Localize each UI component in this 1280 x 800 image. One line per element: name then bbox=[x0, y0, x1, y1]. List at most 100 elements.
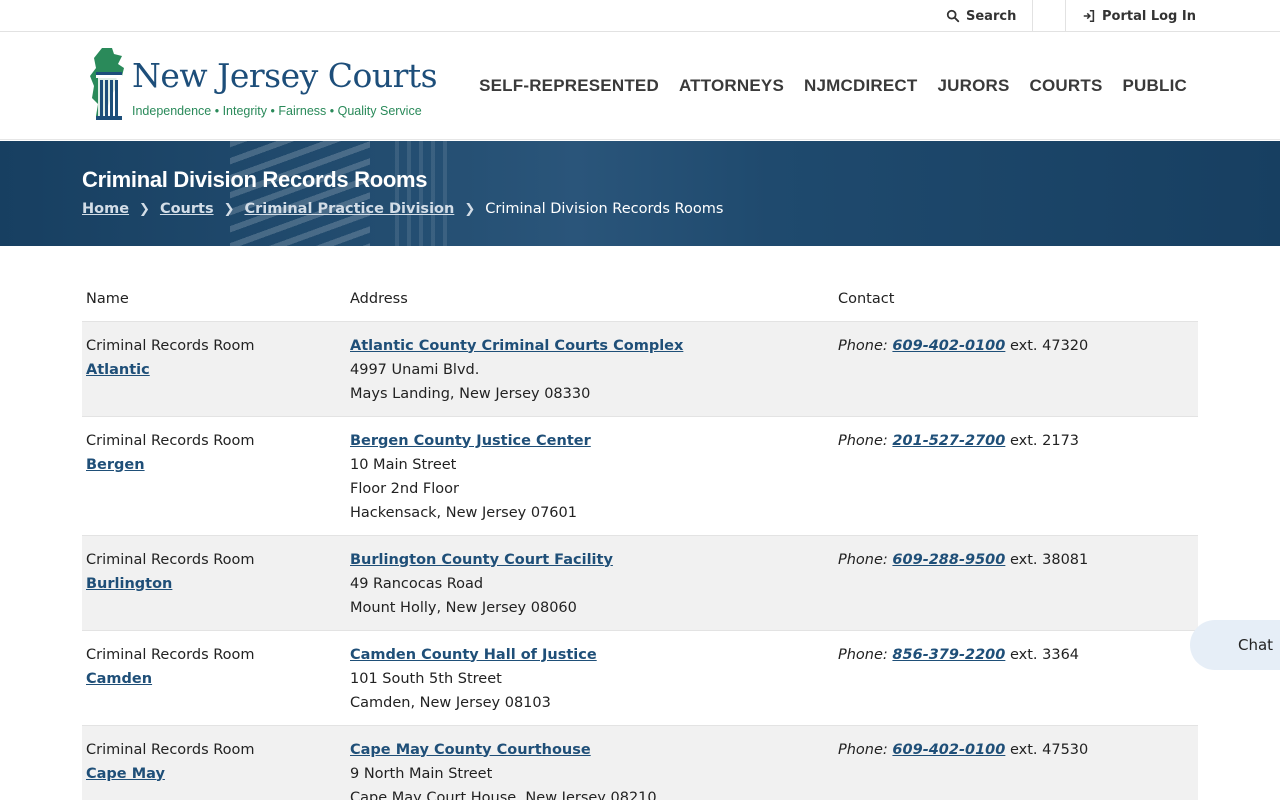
logo-tagline: Independence • Integrity • Fairness • Qu… bbox=[132, 104, 422, 118]
county-link[interactable]: Burlington bbox=[86, 576, 172, 592]
records-table: Name Address Contact Criminal Records Ro… bbox=[82, 276, 1198, 800]
contact-cell: Phone: 609-288-9500 ext. 38081 bbox=[834, 534, 1198, 630]
phone-ext: ext. 47320 bbox=[1009, 337, 1089, 354]
utility-bar: Search Portal Log In bbox=[0, 0, 1280, 32]
phone-ext: ext. 47530 bbox=[1009, 741, 1089, 758]
nav-njmcdirect[interactable]: NJMCDIRECT bbox=[804, 76, 917, 96]
search-label: Search bbox=[966, 8, 1017, 24]
name-cell: Criminal Records Room Burlington bbox=[82, 534, 346, 630]
room-name: Criminal Records Room bbox=[86, 741, 255, 758]
column-header-name: Name bbox=[86, 291, 129, 308]
phone-link[interactable]: 856-379-2200 bbox=[892, 647, 1005, 663]
county-link[interactable]: Bergen bbox=[86, 457, 145, 473]
search-link[interactable]: Search bbox=[946, 0, 1016, 32]
page-banner: Criminal Division Records Rooms Home ❯ C… bbox=[0, 141, 1280, 246]
table-header-row: Name Address Contact bbox=[82, 276, 1198, 321]
search-icon bbox=[946, 9, 960, 23]
table-row: Criminal Records Room Atlantic Atlantic … bbox=[82, 320, 1198, 416]
phone-link[interactable]: 609-402-0100 bbox=[892, 338, 1005, 354]
chevron-right-icon: ❯ bbox=[223, 201, 235, 217]
utility-divider bbox=[1032, 0, 1033, 32]
county-link[interactable]: Cape May bbox=[86, 766, 165, 782]
main-nav: SELF-REPRESENTED ATTORNEYS NJMCDIRECT JU… bbox=[479, 32, 1187, 140]
chat-button[interactable]: Chat bbox=[1190, 620, 1280, 670]
column-header-contact: Contact bbox=[838, 291, 895, 308]
name-cell: Criminal Records Room Bergen bbox=[82, 415, 346, 535]
address-line: Mount Holly, New Jersey 08060 bbox=[350, 599, 577, 616]
breadcrumb: Home ❯ Courts ❯ Criminal Practice Divisi… bbox=[82, 201, 723, 217]
breadcrumb-courts[interactable]: Courts bbox=[160, 201, 214, 217]
logo-title: New Jersey Courts bbox=[132, 56, 438, 95]
nav-jurors[interactable]: JURORS bbox=[937, 76, 1009, 96]
sign-in-icon bbox=[1083, 9, 1095, 23]
address-cell: Burlington County Court Facility 49 Ranc… bbox=[346, 534, 834, 630]
room-name: Criminal Records Room bbox=[86, 551, 255, 568]
address-line: Mays Landing, New Jersey 08330 bbox=[350, 385, 591, 402]
address-line: 49 Rancocas Road bbox=[350, 575, 484, 592]
flag-background-image bbox=[230, 141, 370, 246]
address-cell: Camden County Hall of Justice 101 South … bbox=[346, 629, 834, 725]
address-line: Floor 2nd Floor bbox=[350, 480, 459, 497]
room-name: Criminal Records Room bbox=[86, 646, 255, 663]
address-line: Hackensack, New Jersey 07601 bbox=[350, 504, 577, 521]
address-line: 101 South 5th Street bbox=[350, 670, 502, 687]
address-line: Camden, New Jersey 08103 bbox=[350, 694, 551, 711]
table-row: Criminal Records Room Camden Camden Coun… bbox=[82, 629, 1198, 725]
site-logo[interactable]: New Jersey Courts Independence • Integri… bbox=[88, 46, 438, 126]
table-row: Criminal Records Room Bergen Bergen Coun… bbox=[82, 415, 1198, 535]
facility-link[interactable]: Atlantic County Criminal Courts Complex bbox=[350, 338, 683, 354]
address-cell: Atlantic County Criminal Courts Complex … bbox=[346, 320, 834, 416]
chevron-right-icon: ❯ bbox=[139, 201, 150, 217]
address-cell: Bergen County Justice Center 10 Main Str… bbox=[346, 415, 834, 535]
site-header: New Jersey Courts Independence • Integri… bbox=[0, 32, 1280, 140]
portal-login-label: Portal Log In bbox=[1102, 8, 1196, 24]
phone-link[interactable]: 609-402-0100 bbox=[892, 742, 1005, 758]
name-cell: Criminal Records Room Camden bbox=[82, 629, 346, 725]
phone-label: Phone: bbox=[838, 432, 888, 449]
phone-link[interactable]: 201-527-2700 bbox=[892, 433, 1005, 449]
county-link[interactable]: Atlantic bbox=[86, 362, 150, 378]
address-cell: Cape May County Courthouse 9 North Main … bbox=[346, 724, 834, 800]
address-line: Cape May Court House, New Jersey 08210 bbox=[350, 789, 657, 800]
phone-label: Phone: bbox=[838, 337, 888, 354]
facility-link[interactable]: Bergen County Justice Center bbox=[350, 433, 591, 449]
address-line: 4997 Unami Blvd. bbox=[350, 361, 480, 378]
phone-ext: ext. 38081 bbox=[1009, 551, 1089, 568]
facility-link[interactable]: Burlington County Court Facility bbox=[350, 552, 613, 568]
room-name: Criminal Records Room bbox=[86, 337, 255, 354]
name-cell: Criminal Records Room Cape May bbox=[82, 724, 346, 800]
breadcrumb-home[interactable]: Home bbox=[82, 201, 129, 217]
address-line: 10 Main Street bbox=[350, 456, 457, 473]
breadcrumb-current: Criminal Division Records Rooms bbox=[485, 201, 724, 217]
facility-link[interactable]: Camden County Hall of Justice bbox=[350, 647, 597, 663]
portal-login-link[interactable]: Portal Log In bbox=[1082, 0, 1196, 32]
contact-cell: Phone: 856-379-2200 ext. 3364 bbox=[834, 629, 1198, 725]
pillar-background-image bbox=[395, 141, 455, 246]
nav-public[interactable]: PUBLIC bbox=[1123, 76, 1187, 96]
table-row: Criminal Records Room Cape May Cape May … bbox=[82, 724, 1198, 800]
chevron-right-icon: ❯ bbox=[464, 201, 476, 217]
address-line: 9 North Main Street bbox=[350, 765, 493, 782]
phone-label: Phone: bbox=[838, 741, 888, 758]
room-name: Criminal Records Room bbox=[86, 432, 255, 449]
utility-divider bbox=[1065, 0, 1066, 32]
phone-link[interactable]: 609-288-9500 bbox=[892, 552, 1005, 568]
column-header-address: Address bbox=[350, 291, 408, 308]
table-row: Criminal Records Room Burlington Burling… bbox=[82, 534, 1198, 630]
contact-cell: Phone: 609-402-0100 ext. 47320 bbox=[834, 320, 1198, 416]
nav-self-represented[interactable]: SELF-REPRESENTED bbox=[479, 76, 659, 96]
nav-attorneys[interactable]: ATTORNEYS bbox=[679, 76, 784, 96]
contact-cell: Phone: 201-527-2700 ext. 2173 bbox=[834, 415, 1198, 535]
chat-label: Chat bbox=[1238, 636, 1274, 654]
nav-courts[interactable]: COURTS bbox=[1030, 76, 1103, 96]
phone-ext: ext. 2173 bbox=[1009, 432, 1080, 449]
phone-label: Phone: bbox=[838, 646, 888, 663]
county-link[interactable]: Camden bbox=[86, 671, 152, 687]
page-title: Criminal Division Records Rooms bbox=[82, 167, 428, 192]
breadcrumb-criminal-practice[interactable]: Criminal Practice Division bbox=[245, 201, 455, 217]
name-cell: Criminal Records Room Atlantic bbox=[82, 320, 346, 416]
phone-label: Phone: bbox=[838, 551, 888, 568]
facility-link[interactable]: Cape May County Courthouse bbox=[350, 742, 591, 758]
phone-ext: ext. 3364 bbox=[1009, 646, 1080, 663]
nj-state-logo-icon bbox=[90, 48, 124, 120]
